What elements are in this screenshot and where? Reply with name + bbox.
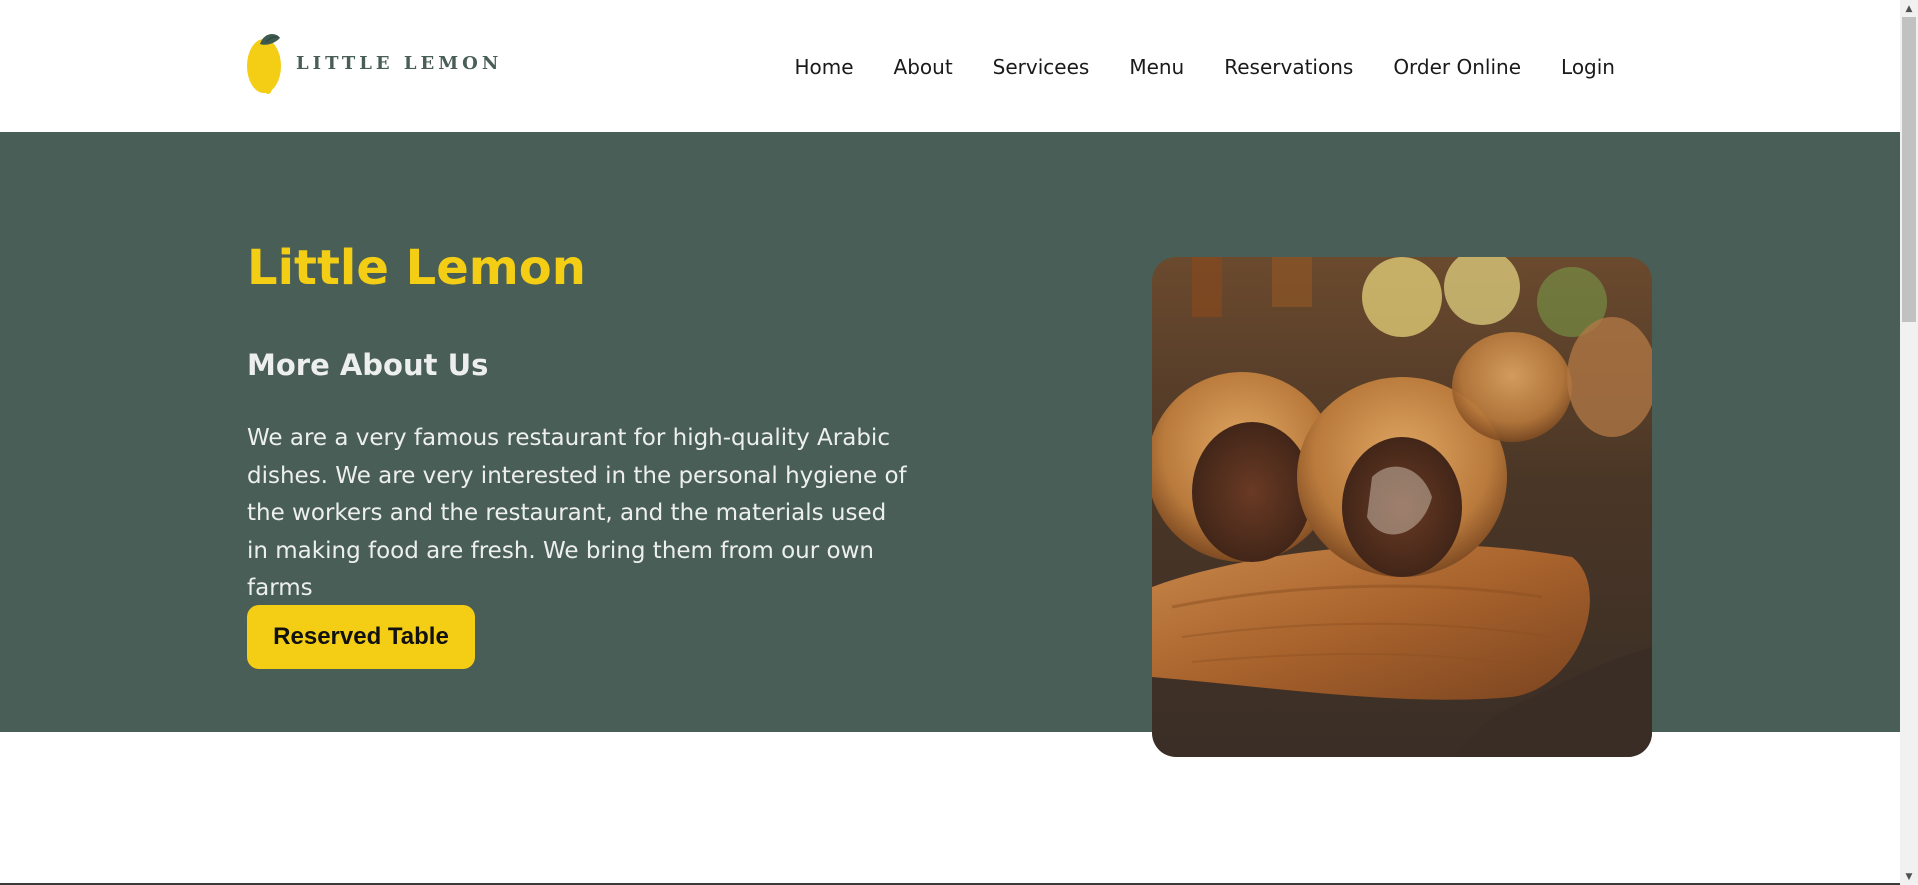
scroll-down-arrow-icon[interactable]: ▼ — [1900, 868, 1918, 885]
nav-about[interactable]: About — [894, 55, 953, 79]
scroll-thumb[interactable] — [1902, 17, 1916, 322]
nav-menu[interactable]: Menu — [1129, 55, 1184, 79]
logo-link[interactable]: LITTLE LEMON — [246, 30, 502, 96]
hero-description: We are a very famous restaurant for high… — [247, 425, 907, 601]
reserve-table-button[interactable]: Reserved Table — [247, 605, 475, 669]
main-nav: Home About Servicees Menu Reservations O… — [794, 55, 1615, 79]
vertical-scrollbar[interactable]: ▲ ▼ — [1900, 0, 1918, 885]
hero-subtitle: More About Us — [247, 348, 489, 382]
food-photo-icon — [1152, 257, 1652, 757]
page: LITTLE LEMON Home About Servicees Menu R… — [0, 0, 1918, 885]
nav-order-online[interactable]: Order Online — [1393, 55, 1521, 79]
site-header: LITTLE LEMON Home About Servicees Menu R… — [0, 0, 1900, 132]
nav-login[interactable]: Login — [1561, 55, 1615, 79]
scroll-up-arrow-icon[interactable]: ▲ — [1900, 0, 1918, 17]
hero-food-image — [1152, 257, 1652, 757]
lemon-logo-icon — [247, 34, 281, 94]
nav-reservations[interactable]: Reservations — [1224, 55, 1353, 79]
nav-home[interactable]: Home — [794, 55, 853, 79]
hero-title: Little Lemon — [247, 240, 586, 296]
nav-services[interactable]: Servicees — [993, 55, 1090, 79]
logo-text: LITTLE LEMON — [296, 52, 503, 74]
